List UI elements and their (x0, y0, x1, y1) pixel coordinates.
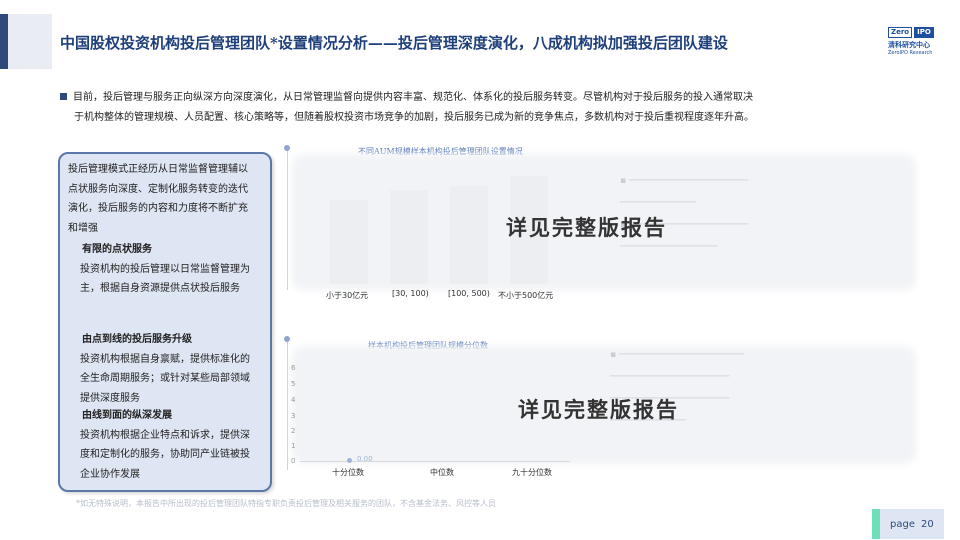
chart1-connector-line (287, 150, 288, 290)
chart2-y-tick: 3 (291, 412, 296, 420)
footnote: *如无特殊说明，本报告中所出现的投后管理团队特指专职负责投后管理及相关服务的团队… (76, 499, 496, 508)
chart2-value-label: 0.00 (357, 455, 373, 463)
chart2-y-tick: 6 (291, 364, 296, 372)
chart2-connector-line (287, 340, 288, 470)
chart1-bar (390, 190, 428, 284)
page-number-box: page 20 (872, 509, 944, 539)
section-line-upgrade: 由点到线的投后服务升级 投资机构根据自身禀赋，提供标准化的全生命周期服务；或针对… (80, 330, 258, 408)
page-label: page (890, 518, 915, 530)
section-body: 投资机构根据自身禀赋，提供标准化的全生命周期服务；或针对某些局部领域提供深度服务 (80, 353, 250, 404)
page-title: 中国股权投资机构投后管理团队*设置情况分析——投后管理深度演化，八成机构拟加强投… (60, 34, 728, 52)
title-accent-bar (0, 14, 8, 69)
evolution-summary-box: 投后管理模式正经历从日常监督管理辅以点状服务向深度、定制化服务转变的迭代演化，投… (58, 152, 272, 492)
chart2-point (347, 458, 352, 463)
section-heading: 由点到线的投后服务升级 (82, 334, 192, 345)
chart1-title: 不同AUM规模样本机构投后管理团队设置情况 (358, 147, 523, 156)
intro-line-2: 于机构整体的管理规模、人员配置、核心策略等，但随着股权投资市场竞争的加剧，投后服… (74, 112, 754, 123)
chart2-connector-dot (284, 336, 290, 342)
section-heading: 由线到面的纵深发展 (82, 410, 172, 421)
chart1-bar (450, 186, 488, 284)
chart1-x-label: [100, 500) (448, 289, 490, 298)
chart2-y-tick: 0 (291, 457, 296, 465)
page-number: 20 (920, 518, 934, 530)
chart1-x-label: [30, 100) (392, 289, 429, 298)
intro-line-1: 目前，投后管理与服务正向纵深方向深度演化，从日常管理监督向提供内容丰富、规范化、… (73, 92, 753, 103)
chart1-x-label: 小于30亿元 (326, 291, 369, 300)
chart2-title: 样本机构投后管理团队规模分位数 (368, 341, 488, 350)
logo-cn-text: 清科研究中心 (888, 41, 930, 49)
logo-box-ipo: IPO (914, 27, 934, 38)
chart1-x-label: 不小于500亿元 (498, 291, 554, 300)
title-band (8, 14, 52, 69)
chart2-y-tick: 4 (291, 396, 296, 404)
chart2-y-tick: 5 (291, 380, 296, 388)
summary-text: 投后管理模式正经历从日常监督管理辅以点状服务向深度、定制化服务转变的迭代演化，投… (68, 164, 248, 234)
intro-paragraph: 目前，投后管理与服务正向纵深方向深度演化，从日常管理监督向提供内容丰富、规范化、… (60, 88, 900, 128)
chart2-x-label: 中位数 (430, 468, 454, 477)
chart2-y-tick: 2 (291, 427, 296, 435)
logo-box-zero: Zero (888, 27, 913, 38)
zeroipo-logo: Zero IPO 清科研究中心 ZeroIPO Research (888, 27, 940, 57)
section-deep-development: 由线到面的纵深发展 投资机构根据企业特点和诉求，提供深度和定制化的服务，协助同产… (80, 406, 258, 484)
chart2-x-axis (300, 461, 570, 462)
section-body: 投资机构根据企业特点和诉求，提供深度和定制化的服务，协助同产业链被投企业协作发展 (80, 429, 250, 480)
chart2-x-label: 十分位数 (332, 468, 364, 477)
chart1-connector-dot (284, 145, 290, 151)
section-heading: 有限的点状服务 (82, 244, 152, 255)
chart1-full-report-overlay: 详见完整版报告 (506, 215, 667, 240)
chart2-x-label: 九十分位数 (512, 468, 552, 477)
chart1-bar (330, 200, 368, 284)
bullet-square-icon (60, 93, 67, 100)
section-point-service: 有限的点状服务 投资机构的投后管理以日常监督管理为主，根据自身资源提供点状投后服… (80, 240, 258, 299)
logo-en-text: ZeroIPO Research (888, 50, 933, 56)
chart2-full-report-overlay: 详见完整版报告 (518, 397, 679, 422)
section-body: 投资机构的投后管理以日常监督管理为主，根据自身资源提供点状投后服务 (80, 263, 250, 295)
chart2-y-tick: 1 (291, 442, 296, 450)
